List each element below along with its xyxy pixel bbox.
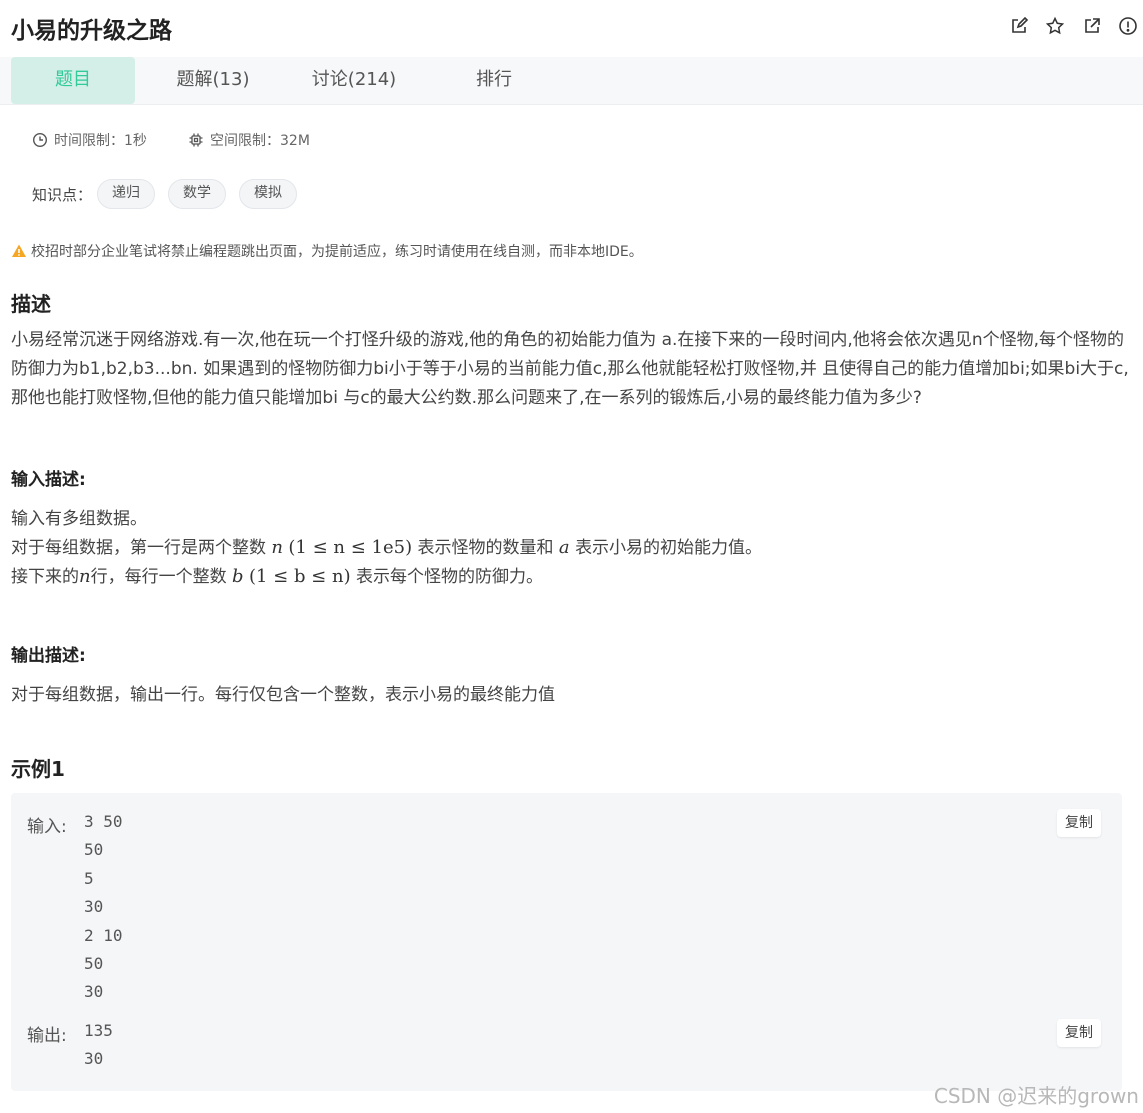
tag-math[interactable]: 数学 — [168, 179, 226, 209]
warning-notice: 校招时部分企业笔试将禁止编程题跳出页面，为提前适应，练习时请使用在线自测，而非本… — [11, 241, 643, 261]
example-input-line: 30 — [84, 897, 104, 917]
example-output-line: 30 — [84, 1049, 104, 1069]
math-b: b — [232, 566, 244, 587]
example-input-line: 30 — [84, 982, 104, 1002]
input-desc-line-2: 对于每组数据，第一行是两个整数 n (1 ≤ n ≤ 1e5) 表示怪物的数量和… — [11, 533, 762, 558]
copy-input-button[interactable]: 复制 — [1057, 809, 1101, 837]
space-limit-text: 空间限制：32M — [210, 133, 310, 149]
description-text: 小易经常沉迷于网络游戏.有一次,他在玩一个打怪升级的游戏,他的角色的初始能力值为… — [11, 330, 1129, 408]
page-title: 小易的升级之路 — [11, 18, 172, 44]
tab-discussion[interactable]: 讨论(214) — [294, 57, 414, 104]
star-icon[interactable] — [1044, 15, 1066, 37]
text-segment: 表示小易的初始能力值。 — [575, 538, 763, 558]
output-desc-heading: 输出描述: — [11, 646, 86, 666]
clock-icon — [32, 132, 48, 148]
description-heading: 描述 — [11, 292, 51, 316]
copy-output-button[interactable]: 复制 — [1057, 1019, 1101, 1047]
tab-bar: 题目 题解(13) 讨论(214) 排行 — [0, 57, 1143, 105]
warning-icon — [12, 244, 26, 257]
knowledge-label: 知识点： — [32, 186, 93, 204]
external-link-icon[interactable] — [1081, 15, 1103, 37]
example-box: 输入: 3 50 50 5 30 2 10 50 30 复制 输出: 135 3… — [11, 793, 1122, 1091]
example-input-line: 5 — [84, 868, 94, 888]
example-input-label: 输入: — [27, 817, 67, 837]
alert-icon[interactable] — [1117, 15, 1139, 37]
text-segment: 行，每行一个整数 — [90, 567, 227, 587]
example-output-lines: 135 30 — [84, 1017, 113, 1074]
tag-recursion[interactable]: 递归 — [97, 179, 155, 209]
tab-problem[interactable]: 题目 — [11, 57, 135, 104]
example-input-line: 2 10 — [84, 925, 123, 945]
math-a: a — [558, 537, 570, 558]
example-input-line: 50 — [84, 953, 104, 973]
output-desc-text: 对于每组数据，输出一行。每行仅包含一个整数，表示小易的最终能力值 — [11, 685, 555, 705]
chip-icon — [189, 133, 203, 147]
example-input-line: 3 50 — [84, 812, 123, 831]
tag-simulation[interactable]: 模拟 — [239, 179, 297, 209]
warning-text: 校招时部分企业笔试将禁止编程题跳出页面，为提前适应，练习时请使用在线自测，而非本… — [31, 244, 643, 260]
text-segment: 对于每组数据，第一行是两个整数 — [11, 538, 266, 558]
input-desc-line-1: 输入有多组数据。 — [11, 509, 147, 529]
text-segment: 表示每个怪物的防御力。 — [356, 567, 544, 587]
example-input-line: 50 — [84, 840, 104, 860]
input-desc-heading: 输入描述: — [11, 470, 86, 490]
example-output-line: 135 — [84, 1021, 113, 1040]
example-input-lines: 3 50 50 5 30 2 10 50 30 — [84, 808, 123, 1007]
example-heading: 示例1 — [11, 757, 65, 781]
watermark: CSDN @迟来的grown — [933, 1084, 1139, 1108]
math-range-b: (1 ≤ b ≤ n) — [248, 566, 351, 587]
tab-ranking[interactable]: 排行 — [444, 57, 544, 104]
text-segment: 接下来的 — [11, 567, 79, 587]
tab-solutions[interactable]: 题解(13) — [155, 57, 271, 104]
header: 小易的升级之路 — [0, 0, 1143, 57]
math-n: n — [79, 566, 91, 587]
text-segment: 表示怪物的数量和 — [417, 538, 554, 558]
time-limit: 时间限制：1秒 — [32, 130, 147, 150]
math-n: n — [271, 537, 283, 558]
space-limit: 空间限制：32M — [188, 130, 310, 150]
math-range-n: (1 ≤ n ≤ 1e5) — [288, 537, 413, 558]
edit-icon[interactable] — [1008, 15, 1030, 37]
time-limit-text: 时间限制：1秒 — [54, 133, 147, 149]
example-output-label: 输出: — [27, 1026, 67, 1046]
input-desc-line-3: 接下来的n行，每行一个整数 b (1 ≤ b ≤ n) 表示每个怪物的防御力。 — [11, 562, 543, 587]
